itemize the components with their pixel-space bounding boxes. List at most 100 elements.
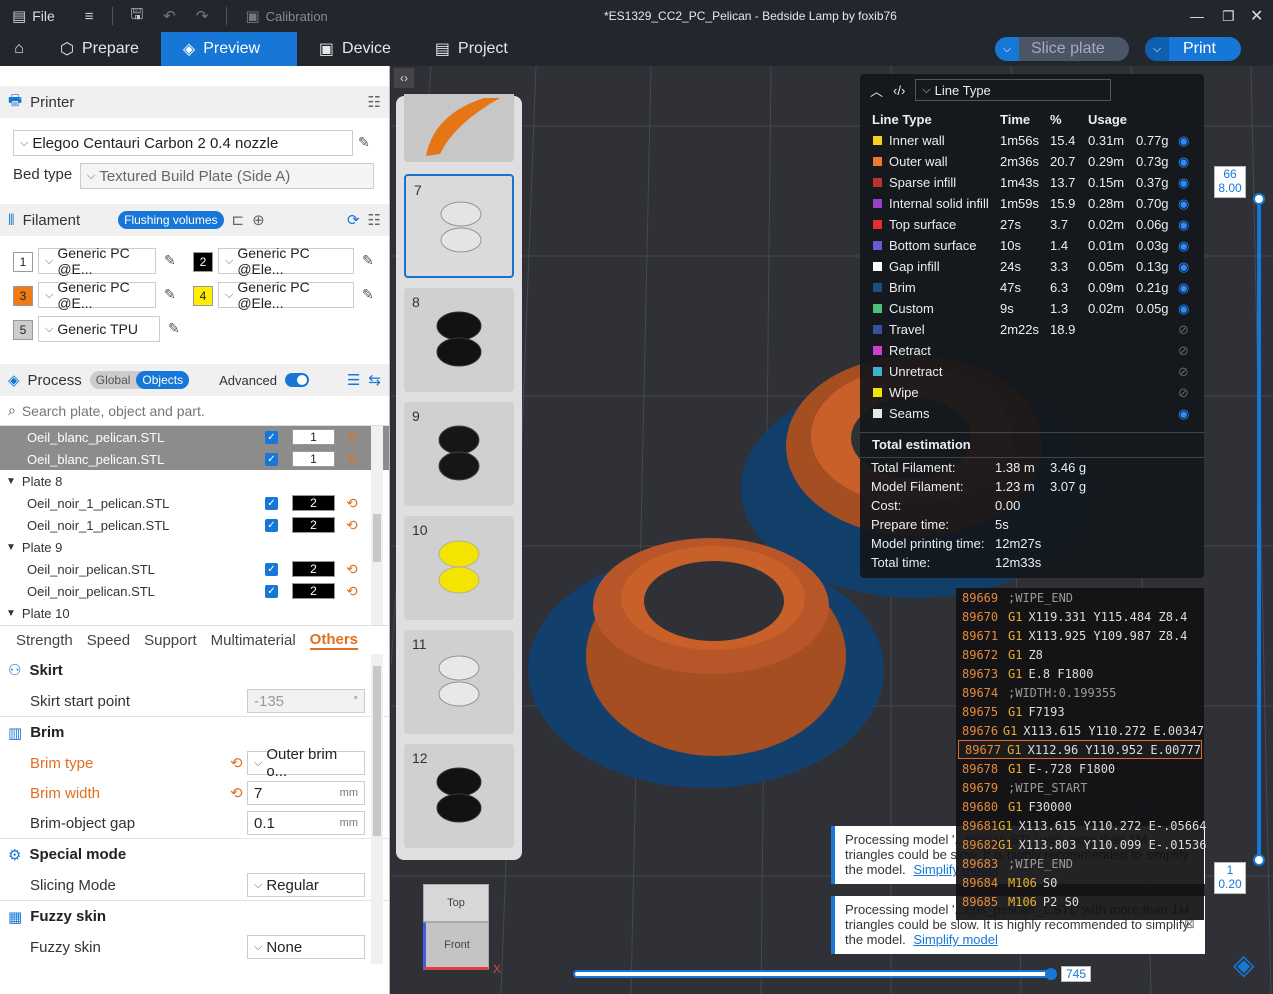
legend-row[interactable]: Seams ◉ — [860, 403, 1204, 424]
object-checkbox[interactable]: ✓ — [265, 430, 278, 444]
gcode-line[interactable]: 89680 G1 F30000 — [956, 797, 1204, 816]
legend-row[interactable]: Inner wall 1m56s 15.4 0.31m 0.77g ◉ — [860, 130, 1204, 151]
filament-index[interactable]: 2 — [292, 561, 335, 577]
process-compare-icon[interactable]: ⇆ — [368, 371, 381, 389]
legend-row[interactable]: Sparse infill 1m43s 13.7 0.15m 0.37g ◉ — [860, 172, 1204, 193]
horizontal-slider-knob[interactable] — [1045, 968, 1057, 980]
expand-arrow-icon[interactable]: ▼ — [6, 608, 16, 619]
calibration-icon[interactable]: ▣ — [245, 7, 259, 25]
filament-slot-number[interactable]: 2 — [193, 252, 213, 272]
recycle-icon[interactable]: ⟲ — [346, 583, 358, 600]
filament-settings-icon[interactable]: ☷ — [368, 211, 381, 229]
plate-row[interactable]: ▼ Plate 8 — [0, 470, 389, 492]
collapse-legend-icon[interactable]: ︿ — [870, 81, 883, 100]
reset-icon[interactable]: ⟲ — [230, 784, 243, 802]
object-checkbox[interactable]: ✓ — [265, 562, 278, 576]
calibration-menu[interactable]: Calibration — [266, 9, 328, 24]
print-button[interactable]: ⌵ Print — [1145, 37, 1241, 61]
edit-filament-icon[interactable]: ✎ — [362, 286, 374, 303]
filament-index[interactable]: 1 — [292, 451, 335, 467]
advanced-toggle[interactable] — [284, 373, 309, 387]
gcode-line[interactable]: 89670 G1 X119.331 Y115.484 Z8.4 — [956, 607, 1204, 626]
tab-prepare[interactable]: ⬡ Prepare — [38, 32, 161, 66]
gcode-line[interactable]: 89684 M106 S0 — [956, 873, 1204, 892]
printer-settings-icon[interactable]: ☷ — [368, 93, 381, 111]
brim-width-input[interactable]: 7 mm — [247, 781, 365, 805]
view-cube-top[interactable]: Top — [423, 884, 489, 922]
layer-slider[interactable] — [1253, 193, 1265, 866]
gcode-line[interactable]: 89669 ;WIPE_END — [956, 588, 1204, 607]
filament-select[interactable]: ⌵ Generic PC @Ele... — [218, 245, 354, 277]
search-input[interactable] — [21, 402, 362, 419]
gcode-line[interactable]: 89676 G1 X113.615 Y110.272 E.00347 — [956, 721, 1204, 740]
legend-row[interactable]: Outer wall 2m36s 20.7 0.29m 0.73g ◉ — [860, 151, 1204, 172]
legend-row[interactable]: Brim 47s 6.3 0.09m 0.21g ◉ — [860, 277, 1204, 298]
recycle-icon[interactable]: ⟲ — [346, 495, 358, 512]
recycle-icon[interactable]: ⟲ — [346, 429, 358, 446]
edit-filament-icon[interactable]: ✎ — [362, 252, 374, 269]
plate-row[interactable]: ▼ Plate 10 — [0, 602, 389, 624]
edit-filament-icon[interactable]: ✎ — [168, 320, 180, 337]
object-row[interactable]: Oeil_noir_pelican.STL ✓ 2 ⟲ — [0, 580, 389, 602]
plate-thumb[interactable]: 12 — [404, 744, 514, 848]
plate-row[interactable]: ▼ Plate 9 — [0, 536, 389, 558]
object-row[interactable]: Oeil_noir_pelican.STL ✓ 2 ⟲ — [0, 558, 389, 580]
slice-dropdown-icon[interactable]: ⌵ — [995, 37, 1019, 61]
hamburger-menu-icon[interactable]: ≡ — [85, 8, 94, 25]
object-checkbox[interactable]: ✓ — [265, 584, 278, 598]
gcode-line[interactable]: 89683 ;WIPE_END — [956, 854, 1204, 873]
plate-thumb[interactable]: 7 — [404, 174, 514, 278]
eye-icon[interactable]: ◉ — [1178, 259, 1189, 275]
home-tab[interactable]: ⌂ — [0, 32, 38, 66]
legend-row[interactable]: Wipe ⊘ — [860, 382, 1204, 403]
printer-select[interactable]: ⌵ Elegoo Centauri Carbon 2 0.4 nozzle — [13, 130, 353, 156]
recycle-icon[interactable]: ⟲ — [346, 517, 358, 534]
gcode-line[interactable]: 89675 G1 F7193 — [956, 702, 1204, 721]
gcode-line[interactable]: 89679 ;WIPE_START — [956, 778, 1204, 797]
settings-tab[interactable]: Others — [309, 631, 359, 650]
filament-slot-number[interactable]: 4 — [193, 286, 213, 306]
eye-icon[interactable]: ◉ — [1178, 217, 1189, 233]
eye-icon[interactable]: ◉ — [1178, 238, 1189, 254]
legend-row[interactable]: Travel 2m22s 18.9 ⊘ — [860, 319, 1204, 340]
object-checkbox[interactable]: ✓ — [265, 496, 278, 510]
gcode-line[interactable]: 89673 G1 E.8 F1800 — [956, 664, 1204, 683]
legend-row[interactable]: Retract ⊘ — [860, 340, 1204, 361]
tab-device[interactable]: ▣ Device — [297, 32, 413, 66]
object-checkbox[interactable]: ✓ — [265, 518, 278, 532]
gcode-line[interactable]: 89672 G1 Z8 — [956, 645, 1204, 664]
eye-icon[interactable]: ◉ — [1178, 301, 1189, 317]
gcode-line[interactable]: 89671 G1 X113.925 Y109.987 Z8.4 — [956, 626, 1204, 645]
recycle-icon[interactable]: ⟲ — [346, 451, 358, 468]
settings-tab[interactable]: Support — [144, 632, 197, 649]
edit-filament-icon[interactable]: ✎ — [164, 252, 176, 269]
filament-slot-number[interactable]: 5 — [13, 320, 33, 340]
object-row[interactable]: Oeil_blanc_pelican.STL ✓ 1 ⟲ — [0, 448, 389, 470]
plate-thumb[interactable]: 9 — [404, 402, 514, 506]
maximize-icon[interactable]: ❐ — [1222, 8, 1235, 25]
legend-row[interactable]: Top surface 27s 3.7 0.02m 0.06g ◉ — [860, 214, 1204, 235]
slicing-mode-select[interactable]: ⌵ Regular — [247, 873, 365, 897]
horizontal-slider[interactable] — [573, 968, 1057, 980]
object-row[interactable]: Oeil_blanc_pelican.STL ✓ 1 ⟲ — [0, 426, 389, 448]
simplify-model-link[interactable]: Simplify model — [913, 932, 998, 947]
plate-thumb[interactable]: 8 — [404, 288, 514, 392]
scope-objects[interactable]: Objects — [136, 371, 190, 389]
object-row[interactable]: Oeil_noir_1_pelican.STL ✓ 2 ⟲ — [0, 492, 389, 514]
plate-thumb-partial[interactable] — [404, 94, 514, 162]
filament-index[interactable]: 2 — [292, 583, 335, 599]
gcode-line[interactable]: 89674 ;WIDTH:0.199355 — [956, 683, 1204, 702]
eye-hidden-icon[interactable]: ⊘ — [1178, 343, 1189, 359]
brim-gap-input[interactable]: 0.1 mm — [247, 811, 365, 835]
layer-stack-icon[interactable]: ◈ — [1233, 948, 1267, 982]
legend-row[interactable]: Gap infill 24s 3.3 0.05m 0.13g ◉ — [860, 256, 1204, 277]
edit-printer-icon[interactable]: ✎ — [358, 134, 370, 151]
object-tree[interactable]: Oeil_blanc_pelican.STL ✓ 1 ⟲ Oeil_blanc_peli… — [0, 426, 389, 626]
eye-icon[interactable]: ◉ — [1178, 154, 1189, 170]
undo-icon[interactable]: ↶ — [163, 7, 176, 25]
legend-row[interactable]: Internal solid infill 1m59s 15.9 0.28m 0.70g… — [860, 193, 1204, 214]
eye-hidden-icon[interactable]: ⊘ — [1178, 322, 1189, 338]
filament-select[interactable]: ⌵ Generic PC @E... — [38, 279, 156, 311]
gcode-line[interactable]: 89678 G1 E-.728 F1800 — [956, 759, 1204, 778]
tree-scrollbar-thumb[interactable] — [373, 514, 381, 562]
